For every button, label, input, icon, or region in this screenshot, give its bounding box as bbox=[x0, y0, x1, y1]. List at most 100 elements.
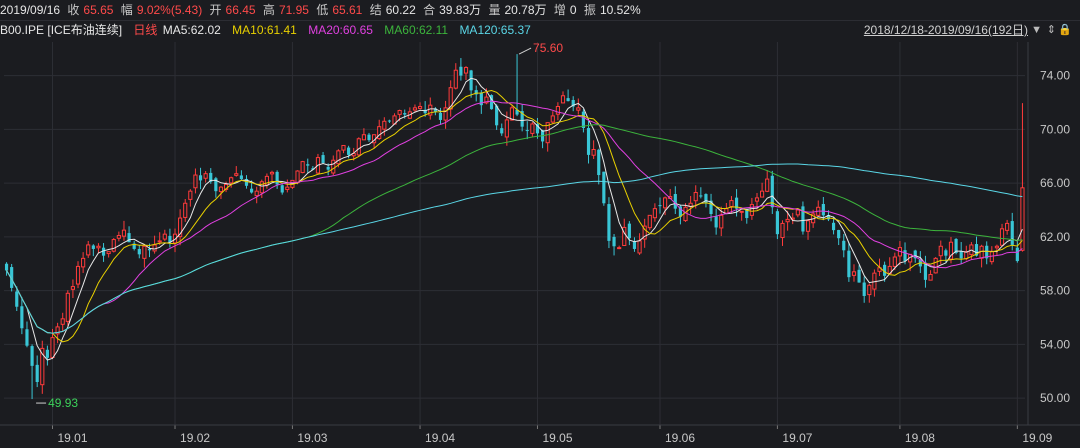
candle-body bbox=[867, 284, 872, 296]
candle-body bbox=[30, 346, 34, 366]
candle-body bbox=[785, 218, 790, 223]
candle-body bbox=[280, 185, 284, 193]
x-tick-label: 19.06 bbox=[665, 431, 695, 445]
candle-body bbox=[45, 349, 49, 358]
x-tick-label: 19.08 bbox=[905, 431, 935, 445]
candle-body bbox=[295, 170, 300, 184]
candle-body bbox=[530, 123, 535, 134]
candle-body bbox=[254, 190, 259, 197]
candle-body bbox=[382, 120, 387, 130]
candle-body bbox=[938, 245, 943, 257]
candle-body bbox=[250, 188, 254, 193]
candle-body bbox=[275, 171, 279, 185]
candle-body bbox=[591, 149, 596, 156]
candle-body bbox=[75, 265, 81, 285]
x-tick-label: 19.03 bbox=[297, 431, 327, 445]
candle-body bbox=[857, 269, 861, 283]
candle-body bbox=[347, 147, 351, 155]
candle-body bbox=[259, 181, 264, 194]
candle-body bbox=[693, 192, 698, 202]
candle-body bbox=[137, 248, 141, 255]
candle-body bbox=[923, 262, 928, 280]
candle-body bbox=[341, 144, 346, 151]
ma60-line bbox=[6, 124, 1023, 334]
candle-body bbox=[25, 329, 29, 346]
candle-body bbox=[412, 107, 418, 111]
candle-body bbox=[550, 115, 555, 123]
candle-body bbox=[597, 149, 601, 176]
candle-body bbox=[892, 256, 897, 267]
candle-body bbox=[842, 240, 846, 251]
candle-body bbox=[780, 222, 785, 239]
candle-body bbox=[234, 173, 239, 176]
candle-body bbox=[65, 292, 70, 322]
candle-body bbox=[111, 239, 116, 252]
candle-body bbox=[928, 273, 933, 281]
candle-body bbox=[795, 209, 800, 216]
candle-body bbox=[837, 230, 841, 239]
candle-body bbox=[443, 107, 448, 121]
candle-body bbox=[453, 69, 458, 89]
x-tick-label: 19.01 bbox=[57, 431, 87, 445]
ma120-line bbox=[6, 163, 1023, 334]
candle-body bbox=[459, 66, 463, 76]
y-tick-label: 74.00 bbox=[1040, 69, 1070, 83]
ma10-line bbox=[6, 89, 1023, 343]
candle-body bbox=[70, 286, 76, 290]
candle-body bbox=[203, 173, 208, 179]
candle-body bbox=[121, 229, 127, 237]
candle-body bbox=[356, 138, 361, 156]
candle-body bbox=[300, 161, 305, 174]
candle-body bbox=[15, 291, 19, 307]
x-tick-label: 19.07 bbox=[782, 431, 812, 445]
candle-body bbox=[754, 197, 760, 202]
y-tick-label: 66.00 bbox=[1040, 176, 1070, 190]
candle-body bbox=[91, 245, 95, 249]
kline-chart[interactable]: 19.01 19.02 19.03 19.04 19.05 19.06 19.07 19.08… bbox=[0, 0, 1080, 448]
candle-body bbox=[4, 263, 9, 271]
candle-body bbox=[775, 211, 779, 235]
candle-body bbox=[367, 134, 371, 141]
candle-body bbox=[847, 250, 851, 278]
high-pointer bbox=[518, 47, 532, 55]
candle-body bbox=[729, 200, 734, 207]
candle-body bbox=[463, 67, 469, 74]
candle-body bbox=[86, 244, 91, 256]
candle-body bbox=[469, 70, 473, 91]
candle-body bbox=[903, 250, 907, 262]
candle-body bbox=[944, 250, 948, 256]
candle-body bbox=[229, 177, 234, 184]
x-tick-label: 19.09 bbox=[1022, 431, 1052, 445]
candle-body bbox=[617, 247, 622, 250]
candle-body bbox=[586, 128, 591, 155]
y-tick-label: 50.00 bbox=[1040, 391, 1070, 405]
candle-body bbox=[504, 119, 509, 138]
candle-body bbox=[739, 210, 744, 213]
candle-body bbox=[306, 164, 310, 166]
candle-body bbox=[994, 245, 1000, 249]
candle-body bbox=[821, 204, 825, 216]
candle-body bbox=[157, 240, 162, 243]
candle-body bbox=[704, 194, 708, 204]
candle-body bbox=[239, 175, 243, 180]
candle-body bbox=[361, 134, 366, 141]
candle-body bbox=[724, 208, 729, 214]
y-tick-label: 54.00 bbox=[1040, 337, 1070, 351]
candle-body bbox=[321, 155, 325, 163]
candle-body bbox=[699, 195, 703, 197]
candle-body bbox=[116, 235, 121, 239]
candle-body bbox=[933, 257, 938, 274]
candle-body bbox=[285, 186, 290, 191]
x-tick-label: 19.05 bbox=[542, 431, 572, 445]
candle-body bbox=[96, 245, 101, 249]
y-tick-label: 70.00 bbox=[1040, 122, 1070, 136]
y-tick-label: 58.00 bbox=[1040, 284, 1070, 298]
candle-body bbox=[188, 190, 193, 200]
candle-body bbox=[831, 222, 836, 231]
candle-body bbox=[663, 197, 668, 209]
candle-body bbox=[183, 202, 188, 218]
candle-body bbox=[607, 204, 611, 241]
candle-body bbox=[331, 159, 336, 174]
x-tick-label: 19.04 bbox=[425, 431, 455, 445]
candle-body bbox=[403, 113, 407, 115]
